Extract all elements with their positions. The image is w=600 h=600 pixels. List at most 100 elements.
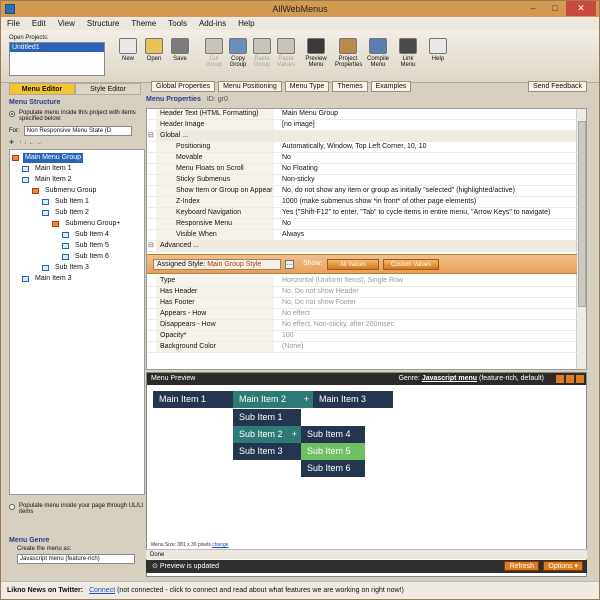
property-row[interactable]: Z-Index 1000 (make submenus show *in fron… [147,197,577,208]
tree-node[interactable]: Sub Item 3 [42,263,91,273]
property-row[interactable]: Sticky Submenus Non-sticky [147,175,577,186]
help-button[interactable]: Help [425,38,451,62]
property-value[interactable]: 100 [279,331,577,341]
populate-radio[interactable]: Populate menu inside this project with i… [9,110,145,122]
populate-ul-radio[interactable]: Populate menu inside your page through U… [9,503,145,515]
property-value[interactable]: Yes ("Shift-F12" to enter, "Tab" to cycl… [279,208,577,218]
tree-node[interactable]: Main Item 3 [22,274,74,284]
preview-menu-item[interactable]: Main Item 1 [153,391,233,408]
examples-button[interactable]: Examples [370,81,412,92]
expand-icon[interactable]: ⊟ [148,131,154,141]
link-menu-button[interactable]: Link Menu [395,38,421,68]
radio-icon[interactable] [9,111,15,117]
global-properties-button[interactable]: Global Properties [151,81,216,92]
property-value[interactable]: Always [279,230,577,240]
menu-file[interactable]: File [7,17,20,30]
compile-menu-button[interactable]: Compile Menu [365,38,391,68]
preview-menu-item[interactable]: Sub Item 6 [301,460,365,477]
property-value[interactable]: No, do not show any item or group as ini… [279,186,577,196]
menu-tools[interactable]: Tools [168,17,187,30]
property-value[interactable]: No effect, Non-sticky, after 200msec [279,320,577,330]
tree-node[interactable]: Sub Item 1 [42,197,91,207]
preview-menu-item[interactable]: Main Item 2 + [233,391,313,408]
property-row[interactable]: Responsive Menu No [147,219,577,230]
preview-menu-item[interactable]: Sub Item 1 [233,409,301,426]
property-value[interactable]: (None) [279,342,577,352]
property-row[interactable]: Opacity* 100 [147,331,577,342]
property-row[interactable]: Movable No [147,153,577,164]
cut-group-button[interactable]: Cut Group [201,38,227,68]
preview-menu-item[interactable]: Sub Item 4 [301,426,365,443]
menu-edit[interactable]: Edit [32,17,46,30]
menu-view[interactable]: View [58,17,75,30]
genre-select[interactable]: Javascript menu (feature-rich) [17,554,135,564]
property-value[interactable]: No [279,219,577,229]
menu-structure[interactable]: Structure [87,17,119,30]
assigned-style-field[interactable]: Assigned Style: Main Group Style [153,259,281,270]
all-values-button[interactable]: All Values [327,259,379,270]
close-icon[interactable] [576,375,584,383]
paste-values-button[interactable]: Paste Values [273,38,299,68]
menu-help[interactable]: Help [238,17,254,30]
menu-theme[interactable]: Theme [131,17,156,30]
close-icon[interactable]: ✕ [566,1,596,16]
property-value[interactable]: Horizontal (Uniform Items), Single Row [279,276,577,286]
property-row[interactable]: Disappears - How No effect, Non-sticky, a… [147,320,577,331]
themes-button[interactable]: Themes [332,81,368,92]
property-row[interactable]: Has Header No, Do not show Header [147,287,577,298]
custom-values-button[interactable]: Custom Values [383,259,439,270]
project-properties-button[interactable]: Project Properties [335,38,362,68]
for-select[interactable]: Non Responsive Menu State (D [23,126,132,136]
save-button[interactable]: Save [167,38,193,62]
property-row[interactable]: Has Footer No, Do not show Footer [147,298,577,309]
property-row[interactable]: Appears - How No effect [147,309,577,320]
tree-node[interactable]: Sub Item 4 [62,230,111,240]
property-row[interactable]: Visible When Always [147,230,577,241]
tree-node[interactable]: Main Item 1 [22,164,74,174]
property-value[interactable]: [no image] [279,120,577,130]
maximize-icon[interactable]: □ [544,1,566,16]
paste-group-button[interactable]: Paste Group [249,38,275,68]
restore-icon[interactable] [566,375,574,383]
tree-node[interactable]: Sub Item 2 [42,208,91,218]
property-value[interactable]: Non-sticky [279,175,577,185]
tree-node[interactable]: Sub Item 6 [62,252,111,262]
expand-icon[interactable]: ⊟ [148,241,154,251]
tab-style-editor[interactable]: Style Editor [75,83,141,95]
property-row[interactable]: Keyboard Navigation Yes ("Shift-F12" to e… [147,208,577,219]
scroll-thumb[interactable] [578,121,586,307]
preview-menu-item[interactable]: Sub Item 5 [301,443,365,460]
property-value[interactable]: 1000 (make submenus show *in front* of o… [279,197,577,207]
options-button[interactable]: Options ▾ [543,561,583,571]
property-row[interactable]: Menu Floats on Scroll No Floating [147,164,577,175]
properties-scrollbar[interactable] [576,109,586,369]
radio-icon[interactable] [9,504,15,510]
property-row[interactable]: Header Text (HTML Formatting) Main Menu G… [147,109,577,120]
property-row[interactable]: Show Item or Group on Appear No, do not s… [147,186,577,197]
property-value[interactable]: No, Do not show Header [279,287,577,297]
property-value[interactable]: No effect [279,309,577,319]
property-value[interactable]: No Floating [279,164,577,174]
genre-link[interactable]: Javascript menu [422,375,477,382]
preview-menu-item[interactable]: Sub Item 2 + [233,426,301,443]
pin-icon[interactable] [556,375,564,383]
tree-node[interactable]: Submenu Group+ [52,219,122,229]
new-button[interactable]: New [115,38,141,62]
tree-node[interactable]: Submenu Group [32,186,98,196]
property-row[interactable]: Advanced ... ⊟ [147,241,577,252]
property-value[interactable]: Main Menu Group [279,109,577,119]
property-row[interactable]: Type Horizontal (Uniform Items), Single R… [147,276,577,287]
style-picker-button[interactable]: … [285,260,294,269]
property-row[interactable]: Header Image [no image] [147,120,577,131]
property-row[interactable]: Background Color (None) [147,342,577,353]
tree-node[interactable]: Main Item 2 [22,175,74,185]
property-value[interactable]: Automatically, Window, Top Left Corner, … [279,142,577,152]
open-button[interactable]: Open [141,38,167,62]
project-item[interactable]: Untitled1 [10,43,104,52]
tree-node[interactable]: Main Menu Group [12,153,84,163]
minimize-icon[interactable]: – [522,1,544,16]
preview-menu-item[interactable]: Main Item 3 [313,391,393,408]
tree-node[interactable]: Sub Item 5 [62,241,111,251]
refresh-button[interactable]: Refresh [504,561,539,571]
preview-menu-item[interactable]: Sub Item 3 [233,443,301,460]
